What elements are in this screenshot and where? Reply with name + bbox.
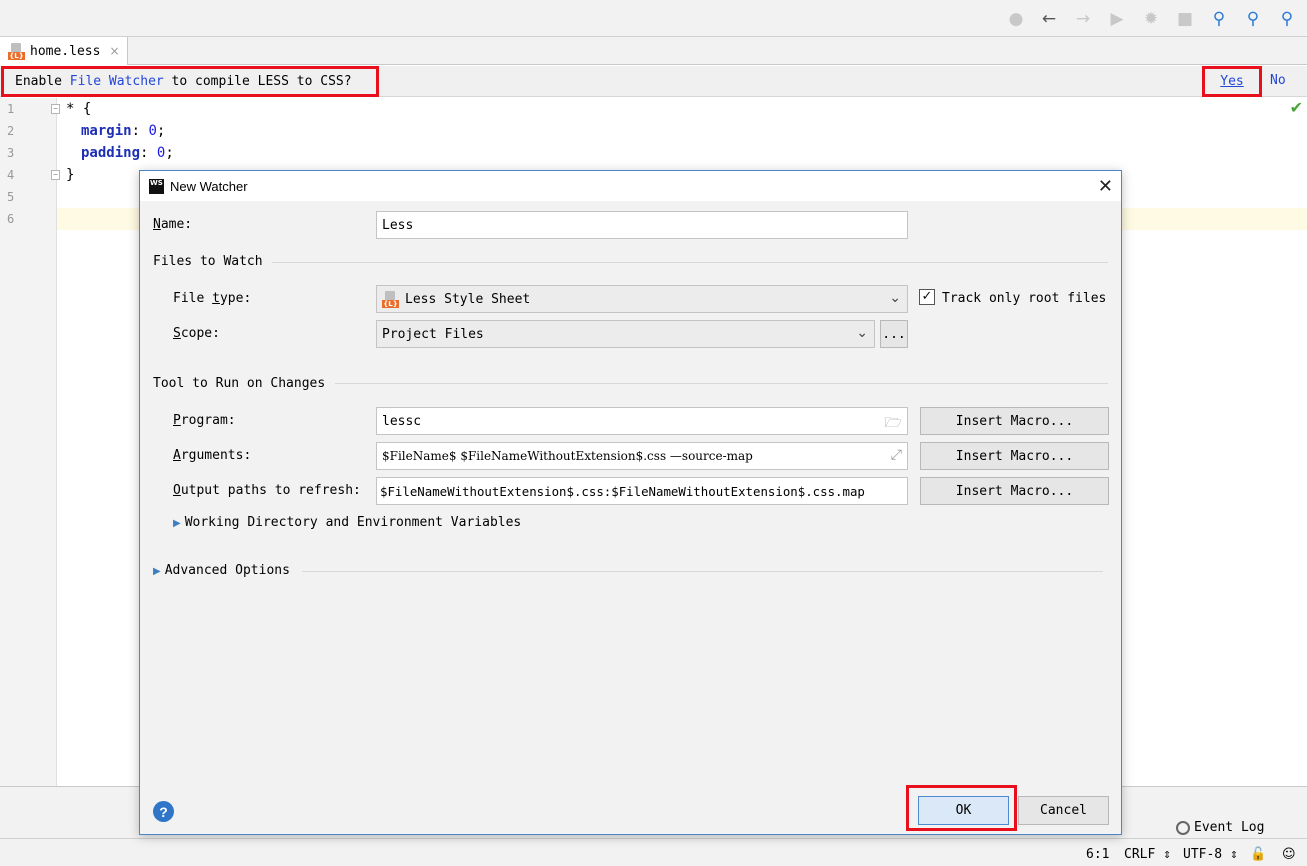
line-number-gutter: 1 2 3 4 5 6 (0, 98, 57, 786)
css-colon: : (140, 145, 157, 161)
back-arrow-icon[interactable]: ← (1038, 8, 1060, 30)
section-divider (272, 262, 1108, 263)
working-directory-toggle[interactable]: ▶ Working Directory and Environment Varia… (173, 515, 521, 530)
program-value: lessc (382, 413, 422, 429)
arguments-input[interactable]: $FileName$ $FileNameWithoutExtension$.cs… (376, 442, 908, 470)
code-line-4: } (66, 167, 75, 183)
chevron-down-icon: ⌄ (889, 290, 901, 306)
name-label: Name: (153, 217, 193, 232)
line-number: 3 (7, 146, 15, 160)
notification-message: Enable File Watcher to compile LESS to C… (1, 66, 379, 97)
run-icon[interactable]: ▶ (1106, 8, 1128, 30)
insert-macro-button[interactable]: Insert Macro... (920, 477, 1109, 505)
track-only-root-label[interactable]: Track only root files (942, 291, 1106, 306)
tab-label: home.less (30, 43, 101, 59)
line-number: 6 (7, 212, 15, 226)
caret-position[interactable]: 6:1 (1086, 847, 1109, 862)
scope-select[interactable]: Project Files ⌄ (376, 320, 875, 348)
scope-label: Scope: (173, 326, 220, 341)
less-file-icon: {L} (8, 42, 25, 60)
file-watcher-link[interactable]: File Watcher (70, 74, 164, 89)
help-button[interactable]: ? (153, 801, 174, 822)
advanced-options-label: Advanced Options (164, 563, 290, 578)
output-paths-input[interactable]: $FileNameWithoutExtension$.css:$FileName… (376, 477, 908, 505)
insert-macro-button[interactable]: Insert Macro... (920, 407, 1109, 435)
notification-prefix: Enable (15, 74, 70, 89)
user-icon[interactable]: ● (1005, 8, 1027, 30)
close-icon[interactable]: × (109, 44, 119, 58)
arguments-value: $FileName$ $FileNameWithoutExtension$.cs… (382, 449, 753, 463)
line-number: 5 (7, 190, 15, 204)
fold-marker-icon[interactable]: − (51, 104, 60, 114)
css-colon: : (131, 123, 149, 139)
css-property: margin (81, 123, 132, 139)
event-log-label: Event Log (1194, 820, 1265, 835)
program-label: Program: (173, 413, 236, 428)
line-number: 2 (7, 124, 15, 138)
cancel-button[interactable]: Cancel (1018, 796, 1109, 825)
debug-icon[interactable]: ✹ (1140, 8, 1162, 30)
ok-button[interactable]: OK (918, 796, 1009, 825)
search-icon[interactable]: ⚲ (1208, 8, 1230, 30)
files-to-watch-heading: Files to Watch (153, 254, 263, 269)
file-watcher-notification: Enable File Watcher to compile LESS to C… (0, 66, 1307, 97)
yes-link[interactable]: Yes (1220, 74, 1243, 89)
yes-highlight: Yes (1202, 66, 1262, 97)
main-toolbar: ● ← → ▶ ✹ ■ ⚲ ⚲ ⚲ (0, 0, 1307, 37)
less-file-icon: {L} (382, 290, 399, 308)
css-semicolon: ; (156, 123, 166, 139)
working-directory-label: Working Directory and Environment Variab… (184, 515, 522, 530)
code-line-1: * { (66, 101, 92, 117)
expand-triangle-icon: ▶ (173, 518, 181, 529)
dialog-title-bar: WS New Watcher ✕ (140, 171, 1121, 201)
stop-icon[interactable]: ■ (1174, 8, 1196, 30)
tool-to-run-heading: Tool to Run on Changes (153, 376, 326, 391)
new-watcher-dialog: WS New Watcher ✕ Name: Less Files to Wat… (139, 170, 1122, 835)
file-encoding[interactable]: UTF-8 ⇕ (1183, 847, 1238, 862)
scope-browse-button[interactable]: ... (880, 320, 908, 348)
file-type-select[interactable]: {L} Less Style Sheet ⌄ (376, 285, 908, 313)
arguments-label: Arguments: (173, 448, 252, 463)
insert-macro-button[interactable]: Insert Macro... (920, 442, 1109, 470)
scope-value: Project Files (382, 326, 484, 342)
notification-suffix: to compile LESS to CSS? (163, 74, 352, 89)
line-separator[interactable]: CRLF ⇕ (1124, 847, 1171, 862)
css-property: padding (81, 145, 141, 161)
status-bar: 6:1 CRLF ⇕ UTF-8 ⇕ 🔓 ☺ (0, 838, 1307, 866)
tab-home-less[interactable]: {L} home.less × (0, 37, 128, 65)
line-number: 1 (7, 102, 15, 116)
folder-icon[interactable]: 🗁 (885, 412, 902, 434)
find-usages-icon[interactable]: ⚲ (1276, 8, 1298, 30)
css-value: 0 (148, 123, 157, 139)
program-input[interactable]: lessc 🗁 (376, 407, 908, 435)
track-only-root-checkbox[interactable]: ✓ (919, 289, 935, 305)
find-icon[interactable]: ⚲ (1242, 8, 1264, 30)
event-log-icon (1176, 820, 1190, 835)
file-type-value: Less Style Sheet (405, 291, 531, 307)
section-divider (302, 571, 1103, 572)
close-icon[interactable]: ✕ (1098, 176, 1113, 197)
no-link[interactable]: No (1270, 73, 1286, 88)
code-line-2: margin: 0; (81, 123, 165, 139)
name-input[interactable]: Less (376, 211, 908, 239)
code-line-3: padding: 0; (81, 145, 174, 161)
expand-triangle-icon: ▶ (153, 566, 161, 577)
inspector-icon[interactable]: ☺ (1282, 847, 1296, 862)
forward-arrow-icon[interactable]: → (1072, 8, 1094, 30)
webstorm-icon: WS (149, 178, 164, 194)
file-type-label: File type: (173, 291, 252, 306)
line-number: 4 (7, 168, 15, 182)
expand-icon[interactable]: ⤢ (891, 447, 902, 463)
dialog-title: New Watcher (170, 178, 248, 194)
editor-tab-bar: {L} home.less × (0, 37, 1307, 65)
output-paths-label: Output paths to refresh: (173, 483, 361, 498)
event-log-button[interactable]: Event Log (1176, 820, 1264, 835)
lock-icon[interactable]: 🔓 (1250, 847, 1266, 862)
fold-marker-icon[interactable]: − (51, 170, 60, 180)
checkmark-icon: ✔ (1289, 98, 1303, 117)
css-semicolon: ; (165, 145, 174, 161)
chevron-down-icon: ⌄ (856, 325, 868, 341)
section-divider (335, 383, 1108, 384)
advanced-options-toggle[interactable]: ▶ Advanced Options (153, 563, 290, 578)
